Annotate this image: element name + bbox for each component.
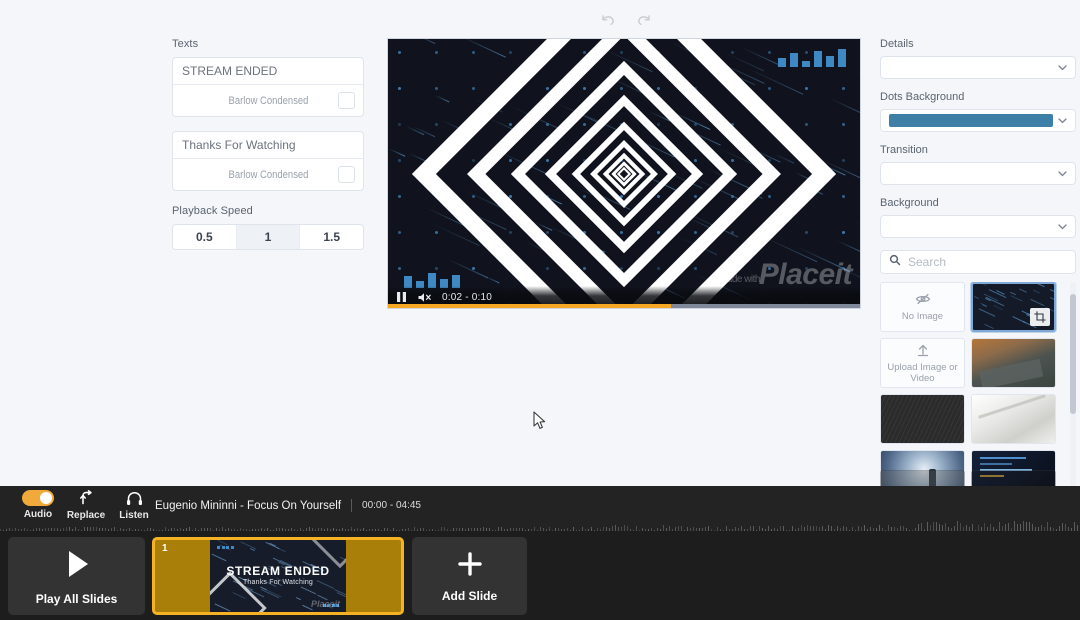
eye-slash-icon xyxy=(915,292,931,309)
replace-button[interactable]: Replace xyxy=(62,490,110,521)
slide-watermark: Placeit xyxy=(310,599,340,609)
slides-strip: Play All Slides 1 STREAM ENDED Thanks Fo… xyxy=(0,531,1080,620)
text-color-swatch[interactable] xyxy=(338,92,355,109)
pause-icon[interactable] xyxy=(396,291,407,303)
speed-option-1.5[interactable]: 1.5 xyxy=(300,225,363,249)
transition-label: Transition xyxy=(880,144,928,156)
dots-background-select[interactable] xyxy=(880,109,1076,132)
text-field-font-row[interactable]: Barlow Condensed xyxy=(173,159,363,190)
plus-icon xyxy=(455,549,485,584)
font-name-label[interactable]: Barlow Condensed xyxy=(228,169,308,181)
dots-background-swatch[interactable] xyxy=(889,114,1053,127)
transition-select[interactable] xyxy=(880,162,1076,185)
video-preview[interactable]: Made with Placeit 0:02 - 0:10 xyxy=(388,39,860,308)
play-all-slides-label: Play All Slides xyxy=(35,591,118,606)
speaker-muted-icon[interactable] xyxy=(417,291,432,304)
audio-controls: Audio Replace Listen xyxy=(14,490,158,521)
slide-thumbnail-1[interactable]: 1 STREAM ENDED Thanks For Watching Place… xyxy=(152,537,404,615)
undo-arrow-icon[interactable] xyxy=(598,10,618,30)
listen-button[interactable]: Listen xyxy=(110,490,158,521)
history-controls xyxy=(598,10,654,30)
slide-title: STREAM ENDED xyxy=(226,564,330,578)
video-time-range: 0:02 - 0:10 xyxy=(442,291,493,303)
text-field-card[interactable]: STREAM ENDED Barlow Condensed xyxy=(172,57,364,117)
redo-arrow-icon[interactable] xyxy=(634,10,654,30)
audio-bar: Audio Replace Listen Eugenio Mininni - F… xyxy=(0,486,1080,531)
track-info: Eugenio Mininni - Focus On Yourself 00:0… xyxy=(155,499,421,512)
audio-toggle[interactable] xyxy=(22,490,54,506)
top-toolbar xyxy=(0,0,1080,36)
upload-label: Upload Image or Video xyxy=(887,361,958,384)
divider xyxy=(351,499,353,512)
text-field-value[interactable]: STREAM ENDED xyxy=(173,58,363,85)
slide-dots-top xyxy=(217,546,234,549)
upload-arrow-icon xyxy=(916,343,930,360)
video-progress-fill xyxy=(388,304,672,308)
search-input[interactable]: Search xyxy=(880,250,1076,274)
background-label: Background xyxy=(880,197,939,209)
bottom-bar: Audio Replace Listen Eugenio Mininni - F… xyxy=(0,486,1080,620)
mouse-cursor xyxy=(533,411,547,436)
right-panel: Details Dots Background Transition Backg… xyxy=(880,38,1076,514)
no-image-label: No Image xyxy=(901,311,944,322)
dots-background-label: Dots Background xyxy=(880,91,965,103)
left-panel: Texts STREAM ENDED Barlow Condensed Than… xyxy=(172,38,364,250)
thumbnail-aerial-autumn-road[interactable] xyxy=(971,338,1056,388)
headphones-icon xyxy=(126,490,143,507)
audio-toggle-group[interactable]: Audio xyxy=(14,490,62,521)
details-select[interactable] xyxy=(880,56,1076,79)
thumbnail-night-sky-streaks[interactable] xyxy=(971,282,1056,332)
slide-preview: STREAM ENDED Thanks For Watching Placeit xyxy=(210,540,346,612)
search-icon xyxy=(889,253,901,271)
add-slide-label: Add Slide xyxy=(441,589,498,603)
text-field-value[interactable]: Thanks For Watching xyxy=(173,132,363,159)
slide-number: 1 xyxy=(162,543,168,554)
audio-waveform[interactable] xyxy=(0,519,1080,531)
search-placeholder: Search xyxy=(908,255,947,269)
speed-option-0.5[interactable]: 0.5 xyxy=(173,225,237,249)
thumbnail-white-marble[interactable] xyxy=(971,394,1056,444)
text-field-font-row[interactable]: Barlow Condensed xyxy=(173,85,363,116)
upload-image-or-video-option[interactable]: Upload Image or Video xyxy=(880,338,965,388)
play-all-slides-button[interactable]: Play All Slides xyxy=(8,537,145,615)
background-select[interactable] xyxy=(880,215,1076,238)
font-name-label[interactable]: Barlow Condensed xyxy=(228,95,308,107)
replace-swap-icon xyxy=(78,490,95,507)
chevron-down-icon xyxy=(1056,114,1069,132)
video-progress-bar[interactable] xyxy=(388,304,860,308)
no-image-option[interactable]: No Image xyxy=(880,282,965,332)
equalizer-bars-bottom xyxy=(404,266,460,288)
chevron-down-icon xyxy=(1056,167,1069,185)
crop-icon[interactable] xyxy=(1030,308,1050,326)
playback-speed-group: 0.5 1 1.5 xyxy=(172,224,364,250)
add-slide-button[interactable]: Add Slide xyxy=(412,537,527,615)
track-name: Eugenio Mininni - Focus On Yourself xyxy=(155,499,342,512)
details-label: Details xyxy=(880,38,914,50)
track-time: 00:00 - 04:45 xyxy=(362,500,421,511)
slide-subtitle: Thanks For Watching xyxy=(242,579,314,586)
playback-speed-label: Playback Speed xyxy=(172,205,253,217)
text-field-card[interactable]: Thanks For Watching Barlow Condensed xyxy=(172,131,364,191)
thumbnail-dark-fabric-texture[interactable] xyxy=(880,394,965,444)
speed-option-1[interactable]: 1 xyxy=(236,225,301,249)
chevron-down-icon xyxy=(1056,220,1069,238)
scrollbar-thumb[interactable] xyxy=(1070,294,1076,414)
texts-label: Texts xyxy=(172,38,199,50)
text-color-swatch[interactable] xyxy=(338,166,355,183)
thumbnail-grid: No Image Upload Image or Video xyxy=(880,282,1070,500)
chevron-down-icon xyxy=(1056,61,1069,79)
equalizer-bars-top xyxy=(778,45,846,67)
play-icon xyxy=(60,547,94,586)
